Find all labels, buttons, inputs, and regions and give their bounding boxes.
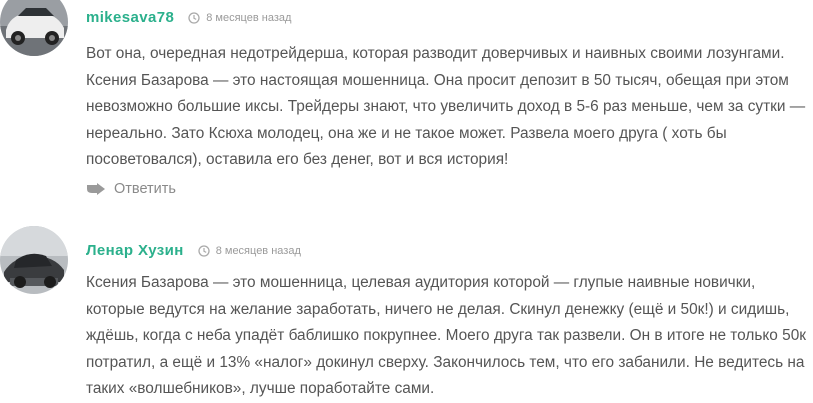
comment-time[interactable]: 8 месяцев назад: [188, 12, 291, 24]
comment-text: Вот она, очередная недотрейдерша, котора…: [86, 45, 806, 169]
author-name[interactable]: Ленар Хузин: [86, 242, 184, 259]
reply-button[interactable]: Ответить: [86, 181, 176, 197]
comment-meta: mikesava78 8 месяцев назад: [86, 9, 291, 26]
clock-icon: [198, 244, 210, 257]
car-photo-avatar-icon: [0, 0, 68, 56]
dark-photo-avatar-icon: [0, 226, 68, 294]
avatar[interactable]: [0, 226, 68, 294]
comment-text: Ксения Базарова — это мошенница, целевая…: [86, 274, 806, 398]
comment-time[interactable]: 8 месяцев назад: [198, 245, 301, 257]
reply-arrow-icon: [86, 181, 106, 197]
comment-meta: Ленар Хузин 8 месяцев назад: [86, 242, 301, 259]
time-label: 8 месяцев назад: [206, 11, 292, 24]
clock-icon: [188, 11, 200, 24]
avatar[interactable]: [0, 0, 68, 56]
author-name[interactable]: mikesava78: [86, 9, 174, 26]
reply-label: Ответить: [114, 181, 176, 197]
time-label: 8 месяцев назад: [215, 244, 301, 257]
